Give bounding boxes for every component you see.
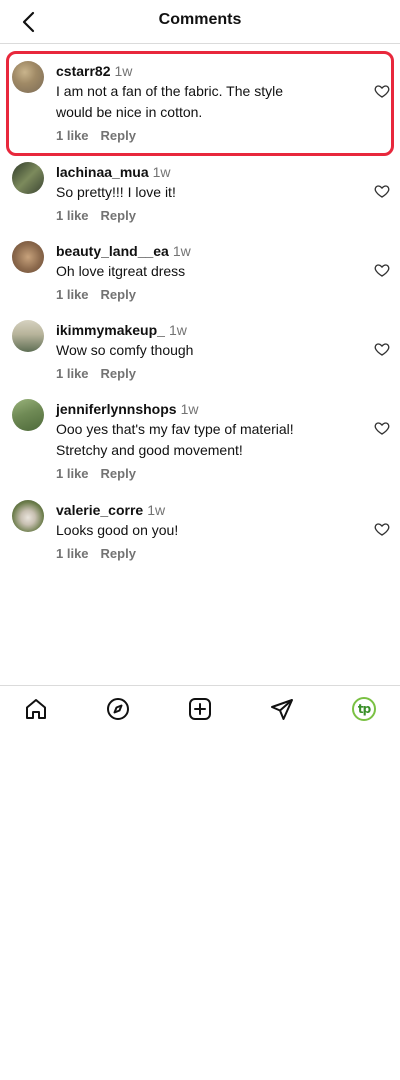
like-count[interactable]: 1 like — [56, 208, 89, 223]
comment-time: 1w — [172, 243, 191, 259]
comment-username[interactable]: ikimmymakeup_ — [56, 322, 165, 338]
tab-messages[interactable] — [269, 696, 295, 722]
comment-text: Ooo yes that's my fav type of material! … — [56, 421, 294, 458]
tab-create[interactable] — [187, 696, 213, 722]
like-count[interactable]: 1 like — [56, 128, 89, 143]
reply-button[interactable]: Reply — [101, 128, 136, 143]
reply-button[interactable]: Reply — [101, 366, 136, 381]
reply-button[interactable]: Reply — [101, 287, 136, 302]
profile-icon: tp — [352, 697, 376, 721]
comment-time: 1w — [152, 164, 171, 180]
reply-button[interactable]: Reply — [101, 466, 136, 481]
comment-time: 1w — [147, 502, 166, 518]
comment-time: 1w — [114, 63, 133, 79]
comment-username[interactable]: cstarr82 — [56, 63, 111, 79]
comment-text: So pretty!!! I love it!⁣ — [56, 184, 176, 200]
like-count[interactable]: 1 like — [56, 366, 89, 381]
heart-icon[interactable] — [374, 262, 390, 278]
explore-icon — [107, 698, 129, 720]
comment-item: cstarr82 1w I am not a fan of the fabric.… — [0, 61, 400, 145]
heart-icon[interactable] — [374, 521, 390, 537]
comment-item: lachinaa_mua 1w So pretty!!! I love it!⁣ … — [0, 162, 400, 225]
comment-item: ikimmymakeup_ 1w Wow so comfy though 1 li… — [0, 320, 400, 383]
comment-time: 1w — [180, 401, 199, 417]
bottom-tab-bar: tp — [0, 685, 400, 731]
comment-item: valerie_corre 1w Looks good on you! 1 lik… — [0, 500, 400, 563]
avatar[interactable] — [12, 399, 44, 431]
create-icon — [189, 698, 211, 720]
comment-text: Wow so comfy though — [56, 342, 194, 358]
heart-icon[interactable] — [374, 183, 390, 199]
comment-username[interactable]: jenniferlynnshops — [56, 401, 177, 417]
like-count[interactable]: 1 like — [56, 287, 89, 302]
avatar[interactable] — [12, 61, 44, 93]
comment-item: jenniferlynnshops 1w Ooo yes that's my fa… — [0, 399, 400, 483]
page-title: Comments — [158, 11, 242, 28]
avatar[interactable] — [12, 241, 44, 273]
header: Comments — [0, 0, 400, 44]
comment-username[interactable]: beauty_land__ea — [56, 243, 169, 259]
reply-button[interactable]: Reply — [101, 208, 136, 223]
tab-profile[interactable]: tp — [351, 696, 377, 722]
tab-explore[interactable] — [105, 696, 131, 722]
avatar[interactable] — [12, 162, 44, 194]
comment-item: beauty_land__ea 1w Oh love it⁣great dress… — [0, 241, 400, 304]
home-icon — [26, 699, 46, 719]
comment-text: Looks good on you! — [56, 522, 179, 538]
like-count[interactable]: 1 like — [56, 546, 89, 561]
avatar[interactable] — [12, 320, 44, 352]
heart-icon[interactable] — [374, 420, 390, 436]
heart-icon[interactable] — [374, 341, 390, 357]
comment-text: Oh love it⁣great dress — [56, 263, 186, 279]
avatar[interactable] — [12, 500, 44, 532]
send-icon — [271, 699, 293, 720]
comment-text: I am not a fan of the fabric. The style … — [56, 83, 283, 120]
tab-home[interactable] — [23, 696, 49, 722]
comment-username[interactable]: lachinaa_mua — [56, 164, 149, 180]
heart-icon[interactable] — [374, 83, 390, 99]
reply-button[interactable]: Reply — [101, 546, 136, 561]
comment-time: 1w — [168, 322, 187, 338]
like-count[interactable]: 1 like — [56, 466, 89, 481]
comment-username[interactable]: valerie_corre — [56, 502, 143, 518]
